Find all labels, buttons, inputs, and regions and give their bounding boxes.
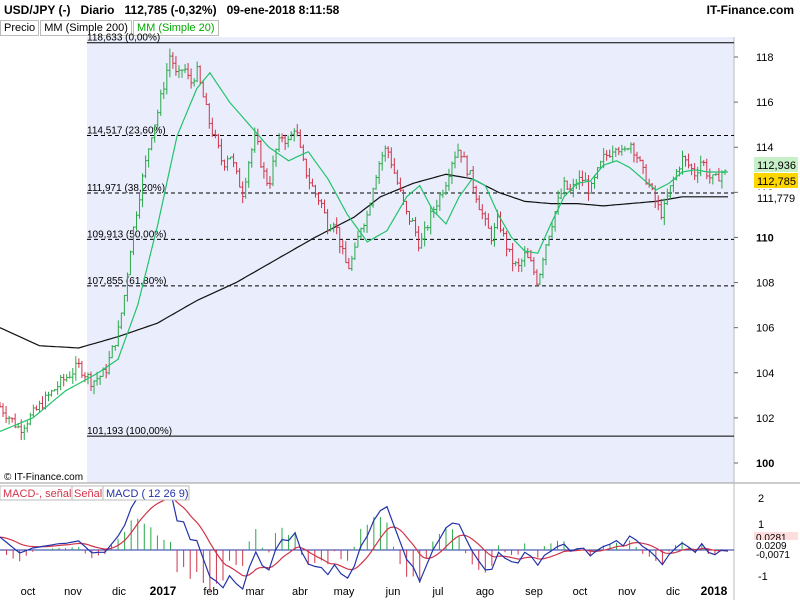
macd-legend-a: MACD-, señal <box>3 488 71 500</box>
y-tick-label: 108 <box>756 278 774 290</box>
x-tick-label: 2018 <box>701 584 728 598</box>
x-tick-label: dic <box>666 586 681 598</box>
fib-level-label: 111,971 (38,20%) <box>87 183 165 194</box>
x-tick-label: mar <box>246 586 265 598</box>
macd-line <box>0 488 729 591</box>
fib-level-label: 101,193 (100,00%) <box>87 426 172 437</box>
x-tick-label: jun <box>385 586 401 598</box>
last-value-label: 112,936 <box>757 160 796 172</box>
fib-level-label: 118,633 (0,00%) <box>87 33 160 44</box>
y-tick-label: 118 <box>756 52 774 64</box>
macd-y-tick-label: -1 <box>758 571 768 583</box>
x-tick-label: nov <box>64 586 82 598</box>
price-chart: 118,633 (0,00%) 114,517 (23,60%) 111,971 (… <box>0 33 800 600</box>
last-value-label: 111,779 <box>757 193 795 205</box>
x-tick-label: may <box>334 586 355 598</box>
last-value-label: 112,785 <box>757 176 796 188</box>
macd-legend: MACD-, señal Señal MACD ( 12 26 9) <box>0 485 190 501</box>
fib-level-label: 114,517 (23,60%) <box>87 126 166 137</box>
x-tick-label: 2017 <box>150 584 177 598</box>
x-tick-label: dic <box>112 586 127 598</box>
macd-y-tick-label: 2 <box>758 493 764 505</box>
y-tick-label: 110 <box>756 232 774 244</box>
y-tick-label: 104 <box>756 368 774 380</box>
x-tick-label: nov <box>618 586 636 598</box>
y-tick-label: 100 <box>756 458 774 470</box>
x-tick-label: abr <box>292 586 308 598</box>
x-tick-label: oct <box>573 586 588 598</box>
y-tick-label: 106 <box>756 323 774 335</box>
y-tick-label: 116 <box>756 97 774 109</box>
macd-last-label: -0,0071 <box>756 550 790 561</box>
macd-y-tick-label: 1 <box>758 519 764 531</box>
y-tick-label: 114 <box>756 142 774 154</box>
x-tick-label: oct <box>21 586 36 598</box>
x-tick-label: sep <box>525 586 543 598</box>
x-tick-label: ago <box>476 586 494 598</box>
x-tick-label: feb <box>203 586 218 598</box>
x-tick-label: jul <box>431 586 443 598</box>
plot-background <box>87 37 734 483</box>
fib-level-label: 107,855 (61,80%) <box>87 276 167 287</box>
macd-legend-c: MACD ( 12 26 9) <box>106 488 189 500</box>
macd-signal-line <box>0 497 729 577</box>
y-tick-label: 102 <box>756 413 774 425</box>
macd-legend-b: Señal <box>74 488 102 500</box>
watermark: © IT-Finance.com <box>4 472 83 483</box>
